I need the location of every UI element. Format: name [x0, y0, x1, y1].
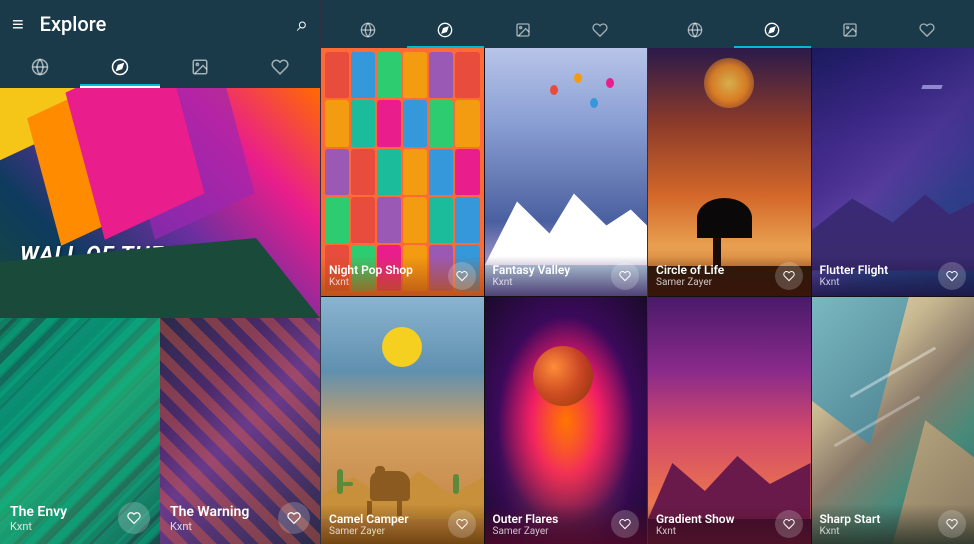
- middle-nav-image[interactable]: [484, 12, 562, 48]
- left-nav-image[interactable]: [160, 48, 240, 86]
- middle-panel: Night Pop Shop Kxnt: [320, 0, 647, 544]
- right-nav-heart[interactable]: [889, 12, 967, 48]
- card-author-envy: Kxnt: [10, 520, 118, 533]
- heart-btn-envy[interactable]: [118, 502, 150, 534]
- card-flutter-flight[interactable]: Flutter Flight Kxnt: [812, 48, 974, 296]
- right-panel-grid: Circle of Life Samer Zayer: [648, 48, 974, 544]
- gradient-author: Kxnt: [656, 526, 775, 537]
- menu-icon[interactable]: ≡: [12, 12, 24, 37]
- left-card-the-envy[interactable]: The Envy Kxnt: [0, 318, 160, 544]
- app-title: Explore: [40, 12, 281, 36]
- middle-panel-header: [321, 0, 647, 48]
- heart-btn-night-pop[interactable]: [448, 262, 476, 290]
- left-nav: [0, 48, 320, 88]
- search-icon[interactable]: ⌕: [297, 12, 308, 36]
- card-outer-flares[interactable]: Outer Flares Samer Zayer: [485, 297, 648, 544]
- card-gradient-show[interactable]: Gradient Show Kxnt: [648, 297, 811, 544]
- heart-btn-outer[interactable]: [611, 510, 639, 538]
- outer-title: Outer Flares: [493, 512, 612, 526]
- right-panel-nav: [656, 12, 966, 48]
- right-nav-globe[interactable]: [656, 12, 734, 48]
- heart-btn-circle[interactable]: [775, 262, 803, 290]
- middle-panel-grid: Night Pop Shop Kxnt: [321, 48, 647, 544]
- left-card-the-warning[interactable]: The Warning Kxnt: [160, 318, 320, 544]
- gradient-title: Gradient Show: [656, 512, 775, 526]
- heart-btn-fantasy[interactable]: [611, 262, 639, 290]
- card-title-envy: The Envy: [10, 504, 118, 520]
- left-panel: ≡ Explore ⌕ WALL OF THE DAY: [0, 0, 320, 544]
- wall-of-day[interactable]: WALL OF THE DAY: [0, 88, 320, 318]
- heart-btn-flutter[interactable]: [938, 262, 966, 290]
- left-bottom-cards: The Envy Kxnt The Warning Kxnt: [0, 318, 320, 544]
- heart-btn-sharp[interactable]: [938, 510, 966, 538]
- outer-author: Samer Zayer: [493, 526, 612, 537]
- circle-author: Samer Zayer: [656, 277, 775, 288]
- flutter-title: Flutter Flight: [820, 263, 939, 277]
- card-camel-camper[interactable]: Camel Camper Samer Zayer: [321, 297, 484, 544]
- card-night-pop[interactable]: Night Pop Shop Kxnt: [321, 48, 484, 296]
- card-author-warning: Kxnt: [170, 520, 278, 533]
- card-title-warning: The Warning: [170, 504, 278, 520]
- sharp-author: Kxnt: [820, 526, 939, 537]
- card-circle-of-life[interactable]: Circle of Life Samer Zayer: [648, 48, 811, 296]
- left-header: ≡ Explore ⌕: [0, 0, 320, 48]
- night-pop-title: Night Pop Shop: [329, 263, 448, 277]
- middle-nav-compass[interactable]: [407, 12, 485, 48]
- panels-right: Night Pop Shop Kxnt: [320, 0, 974, 544]
- flutter-author: Kxnt: [820, 277, 939, 288]
- heart-btn-gradient[interactable]: [775, 510, 803, 538]
- middle-panel-nav: [329, 12, 639, 48]
- fantasy-title: Fantasy Valley: [493, 263, 612, 277]
- camel-author: Samer Zayer: [329, 526, 448, 537]
- heart-btn-camel[interactable]: [448, 510, 476, 538]
- right-nav-image[interactable]: [811, 12, 889, 48]
- middle-nav-heart[interactable]: [562, 12, 640, 48]
- right-panel: Circle of Life Samer Zayer: [647, 0, 974, 544]
- right-nav-compass[interactable]: [734, 12, 812, 48]
- night-pop-author: Kxnt: [329, 277, 448, 288]
- left-nav-heart[interactable]: [240, 48, 320, 86]
- left-nav-globe[interactable]: [0, 48, 80, 86]
- middle-nav-globe[interactable]: [329, 12, 407, 48]
- card-sharp-start[interactable]: Sharp Start Kxnt: [812, 297, 974, 544]
- fantasy-author: Kxnt: [493, 277, 612, 288]
- sharp-title: Sharp Start: [820, 512, 939, 526]
- circle-title: Circle of Life: [656, 263, 775, 277]
- camel-title: Camel Camper: [329, 512, 448, 526]
- card-fantasy-valley[interactable]: Fantasy Valley Kxnt: [485, 48, 648, 296]
- heart-btn-warning[interactable]: [278, 502, 310, 534]
- left-nav-compass[interactable]: [80, 48, 160, 86]
- left-content: WALL OF THE DAY The Envy Kxnt: [0, 88, 320, 544]
- right-panel-header: [648, 0, 974, 48]
